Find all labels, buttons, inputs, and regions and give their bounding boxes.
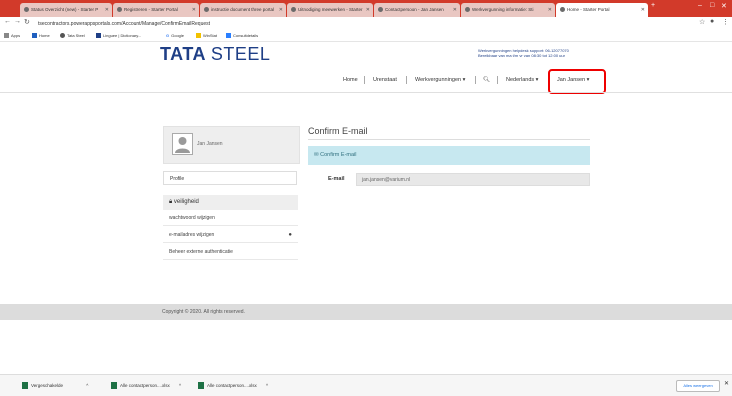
email-label: E-mail bbox=[328, 176, 345, 182]
url-input[interactable]: tsecontractors.powerappsportals.com/Acco… bbox=[38, 19, 678, 29]
user-menu-highlight bbox=[548, 69, 606, 94]
address-bar: ← → ↻ tsecontractors.powerappsportals.co… bbox=[0, 17, 732, 32]
chevron-up-icon[interactable]: ^ bbox=[86, 383, 88, 388]
bookmark-linguee[interactable]: Linguee | Dictionary... bbox=[96, 32, 141, 40]
tab-close-icon[interactable]: ✕ bbox=[548, 3, 552, 17]
bookmark-google[interactable]: G Google bbox=[166, 32, 184, 40]
avatar bbox=[172, 133, 193, 155]
email-field[interactable]: jan.jansen@varium.nl bbox=[356, 173, 590, 186]
security-heading: 🔒︎ veiligheid bbox=[163, 195, 298, 210]
close-window-icon[interactable]: ✕ bbox=[721, 2, 727, 10]
new-tab-button[interactable]: + bbox=[651, 2, 655, 9]
bookmarks-bar: Apps Home Tata Steel Linguee | Dictionar… bbox=[0, 31, 732, 42]
browser-tab[interactable]: Uitnodiging meewerken - Starter ✕ bbox=[287, 3, 373, 17]
tab-close-icon[interactable]: ✕ bbox=[453, 3, 457, 17]
minimize-icon[interactable]: – bbox=[698, 2, 702, 9]
nav-werkvergunningen[interactable]: Werkvergunningen ▾ bbox=[415, 73, 465, 87]
tab-close-icon[interactable]: ✕ bbox=[366, 3, 370, 17]
excel-file-icon bbox=[198, 382, 204, 390]
change-email-link[interactable]: e-mailadres wijzigen ● bbox=[163, 228, 298, 243]
search-icon[interactable]: 🔍︎ bbox=[483, 73, 490, 87]
apps-icon bbox=[4, 33, 9, 39]
page-title: Confirm E-mail bbox=[308, 126, 368, 136]
bookmark-star-icon[interactable]: ☆ bbox=[699, 18, 705, 26]
confirm-email-alert: ✉ Confirm E-mail bbox=[308, 146, 590, 165]
header-divider bbox=[0, 92, 732, 93]
browser-tab[interactable]: Werkvergunning informatie: Sti ✕ bbox=[461, 3, 555, 17]
tab-close-icon[interactable]: ✕ bbox=[641, 3, 645, 17]
manage-external-auth-link[interactable]: Beheer externe authenticatie bbox=[163, 245, 298, 260]
downloads-bar: Vergeschakelde ^ Alle contactperson....x… bbox=[0, 374, 732, 396]
browser-tab[interactable]: instructie document three portal ✕ bbox=[200, 3, 286, 17]
download-item[interactable]: Alle contactperson....xlsx ^ bbox=[198, 381, 268, 390]
tab-favicon-icon bbox=[24, 7, 29, 13]
user-silhouette-icon bbox=[175, 137, 190, 153]
profile-user-name: Jan Jansen bbox=[197, 141, 223, 147]
nav-urenstaat[interactable]: Urenstaat bbox=[373, 73, 397, 87]
tab-close-icon[interactable]: ✕ bbox=[105, 3, 109, 17]
tab-close-icon[interactable]: ✕ bbox=[192, 3, 196, 17]
profile-link[interactable]: Profile bbox=[163, 171, 297, 185]
nav-divider bbox=[406, 76, 407, 84]
home-icon bbox=[32, 33, 37, 39]
tab-close-icon[interactable]: ✕ bbox=[279, 3, 283, 17]
nav-divider bbox=[497, 76, 498, 84]
browser-menu-icon[interactable]: ⋮ bbox=[722, 18, 729, 26]
browser-tab[interactable]: Registreren - Starter Portal ✕ bbox=[113, 3, 199, 17]
nav-divider bbox=[475, 76, 476, 84]
account-icon[interactable]: ● bbox=[710, 18, 714, 25]
active-indicator-icon: ● bbox=[288, 232, 292, 238]
show-all-downloads-button[interactable]: Alles weergeven bbox=[676, 380, 720, 392]
change-password-link[interactable]: wachtwoord wijzigen bbox=[163, 211, 298, 226]
browser-tab[interactable]: Status Overzicht (new) - Starter P ✕ bbox=[20, 3, 112, 17]
bookmark-consultdetails[interactable]: Consultdetails bbox=[226, 32, 258, 40]
reload-icon[interactable]: ↻ bbox=[24, 18, 30, 26]
download-item[interactable]: Alle contactperson....xlsx ^ bbox=[111, 381, 181, 390]
folder-icon bbox=[196, 33, 201, 39]
google-icon: G bbox=[166, 33, 170, 38]
back-icon[interactable]: ← bbox=[4, 18, 11, 25]
forward-icon[interactable]: → bbox=[14, 18, 21, 25]
close-downloads-icon[interactable]: ✕ bbox=[724, 380, 729, 389]
tab-favicon-icon bbox=[560, 7, 565, 13]
tab-favicon-icon bbox=[378, 7, 383, 13]
page-footer: Copyright © 2020. All rights reserved. bbox=[0, 304, 732, 320]
linguee-icon bbox=[96, 33, 101, 39]
browser-tab-strip: Status Overzicht (new) - Starter P ✕ Regi… bbox=[0, 0, 732, 17]
tab-favicon-icon bbox=[204, 7, 209, 13]
maximize-icon[interactable]: □ bbox=[710, 2, 714, 9]
bookmark-tata-steel[interactable]: Tata Steel bbox=[60, 32, 85, 40]
browser-tab-active[interactable]: Home - Starter Portal ✕ bbox=[556, 3, 648, 17]
chevron-up-icon[interactable]: ^ bbox=[266, 383, 268, 388]
nav-divider bbox=[364, 76, 365, 84]
bookmark-apps[interactable]: Apps bbox=[4, 32, 20, 40]
tab-favicon-icon bbox=[291, 7, 296, 13]
bookmark-winstat[interactable]: WinStat bbox=[196, 32, 217, 40]
browser-tab[interactable]: Contactpersoon - Jan Jansen ✕ bbox=[374, 3, 460, 17]
tab-favicon-icon bbox=[117, 7, 122, 13]
tab-favicon-icon bbox=[465, 7, 470, 13]
lock-icon: 🔒︎ bbox=[169, 199, 173, 205]
excel-file-icon bbox=[111, 382, 117, 390]
bookmark-home[interactable]: Home bbox=[32, 32, 50, 40]
envelope-icon: ✉ bbox=[314, 152, 319, 158]
nav-language[interactable]: Nederlands ▾ bbox=[506, 73, 538, 87]
copyright-text: Copyright © 2020. All rights reserved. bbox=[162, 309, 245, 315]
excel-file-icon bbox=[22, 382, 28, 390]
globe-icon bbox=[60, 33, 65, 39]
nav-home[interactable]: Home bbox=[343, 73, 358, 87]
title-divider bbox=[308, 139, 590, 140]
download-item[interactable]: Vergeschakelde ^ bbox=[22, 381, 88, 390]
tata-steel-logo[interactable]: TATA STEEL bbox=[160, 44, 270, 65]
chart-icon bbox=[226, 33, 231, 39]
chevron-up-icon[interactable]: ^ bbox=[179, 383, 181, 388]
helpdesk-info: Werkvergunningen helpdesk support: 06-12… bbox=[478, 48, 569, 58]
